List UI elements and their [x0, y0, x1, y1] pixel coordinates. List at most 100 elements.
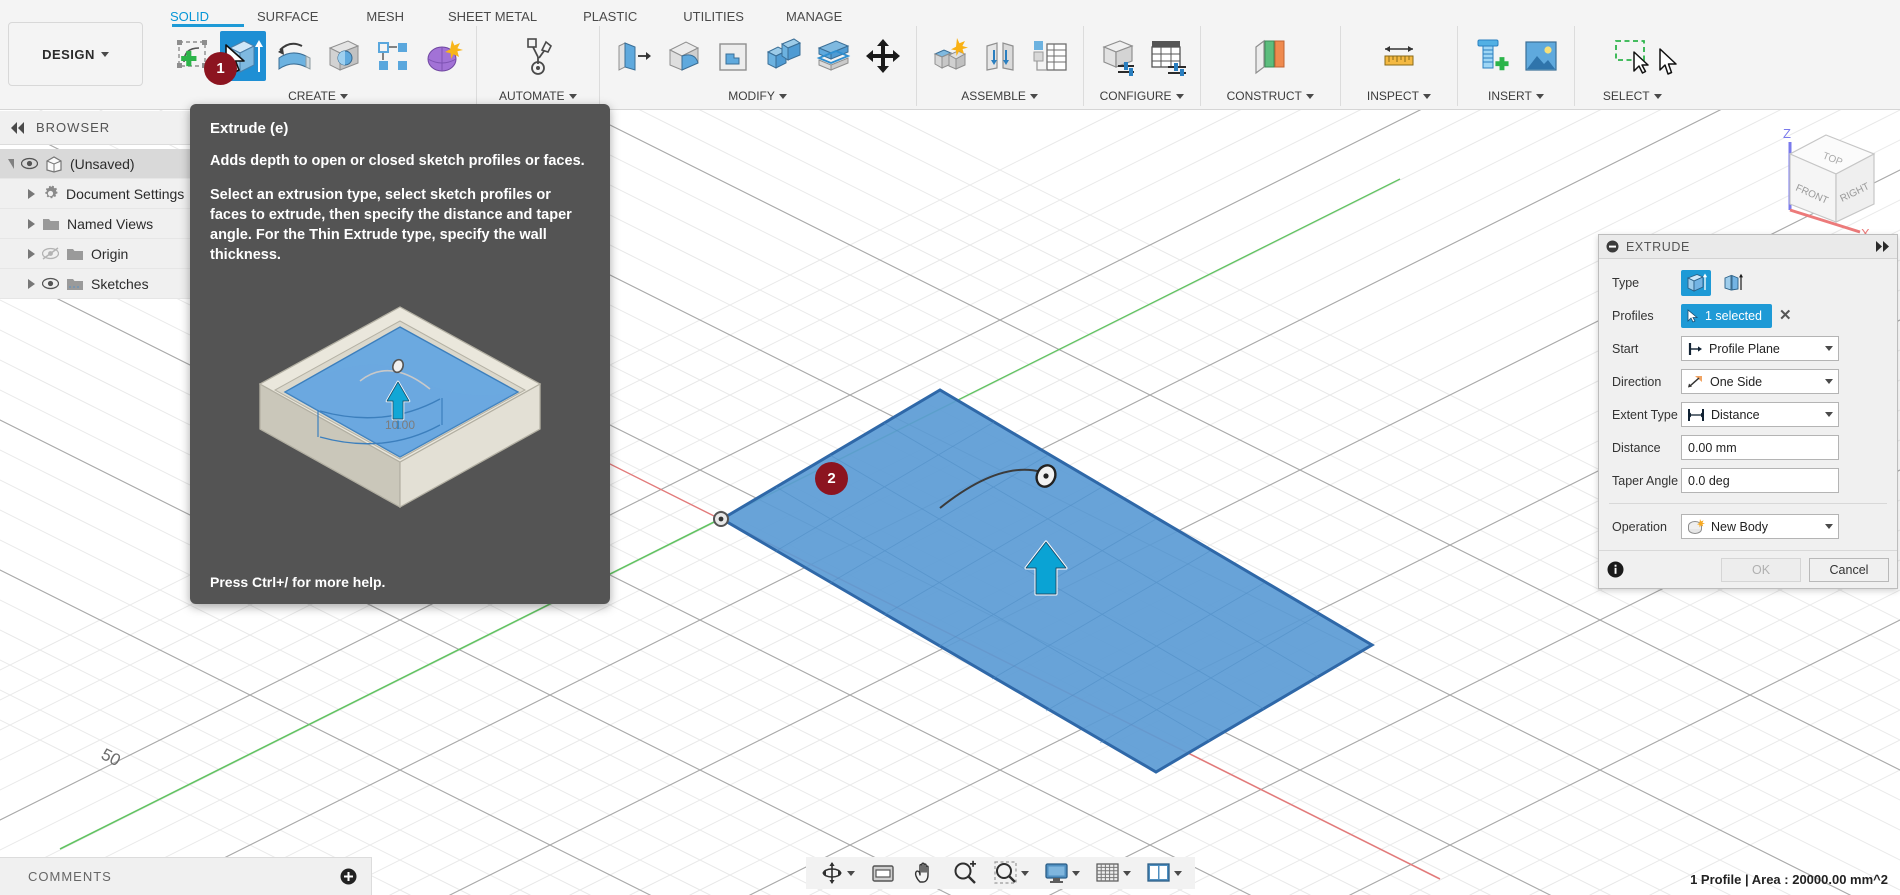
- illustration-dimension-label: 10.00: [385, 418, 415, 432]
- fit-icon[interactable]: [867, 861, 899, 885]
- pattern-icon[interactable]: [370, 31, 416, 81]
- display-settings-icon[interactable]: [1041, 861, 1083, 885]
- ribbon-tool-groups: CREATE AUTOMATE MODIFY ASSEMBLE CONFIGUR…: [160, 26, 1690, 108]
- insert-canvas-icon[interactable]: [1518, 31, 1564, 81]
- cancel-button[interactable]: Cancel: [1809, 557, 1889, 582]
- start-dropdown[interactable]: Profile Plane: [1681, 336, 1839, 361]
- direction-value: One Side: [1710, 374, 1763, 389]
- profiles-selection-button[interactable]: 1 selected: [1681, 303, 1772, 328]
- info-icon[interactable]: [1607, 561, 1624, 578]
- extrude-row-distance: Distance 0.00 mm: [1605, 432, 1891, 463]
- tree-item-label: Origin: [91, 245, 129, 262]
- joint-icon[interactable]: [977, 31, 1023, 81]
- form-icon[interactable]: [420, 31, 466, 81]
- shell-icon[interactable]: [710, 31, 756, 81]
- expand-right-icon[interactable]: [1876, 241, 1890, 252]
- press-pull-icon[interactable]: [610, 31, 656, 81]
- offset-plane-icon[interactable]: [1247, 31, 1293, 81]
- measure-icon[interactable]: [1376, 31, 1422, 81]
- direction-dropdown[interactable]: One Side: [1681, 369, 1839, 394]
- tooltip-paragraph-2: Select an extrusion type, select sketch …: [210, 187, 572, 263]
- taper-angle-input[interactable]: 0.0 deg: [1681, 468, 1839, 493]
- grid-snap-icon[interactable]: [1092, 861, 1134, 885]
- chevron-down-icon: [568, 93, 577, 99]
- revolve-icon[interactable]: [270, 31, 316, 81]
- expander-closed-icon[interactable]: [28, 248, 35, 259]
- marker-number: 1: [216, 60, 225, 77]
- extent-type-dropdown[interactable]: Distance: [1681, 402, 1839, 427]
- close-x-icon[interactable]: ✕: [1779, 308, 1792, 323]
- select-window-icon[interactable]: [1609, 31, 1655, 81]
- toolgroup-modify-label[interactable]: MODIFY: [728, 89, 787, 106]
- ribbon-tabs: SOLID SURFACE MESH SHEET METAL PLASTIC U…: [160, 4, 852, 28]
- select-label: SELECT: [1602, 89, 1650, 103]
- configure-icon[interactable]: [1094, 31, 1140, 81]
- tab-plastic[interactable]: PLASTIC: [573, 9, 647, 24]
- configure-table-icon[interactable]: [1144, 31, 1190, 81]
- automate-icon[interactable]: [515, 31, 561, 81]
- view-cube[interactable]: Z X TOP FRONT RIGHT: [1764, 118, 1892, 241]
- fillet-icon[interactable]: [660, 31, 706, 81]
- move-copy-icon[interactable]: [860, 31, 906, 81]
- operation-value: New Body: [1711, 519, 1768, 534]
- eye-off-icon[interactable]: [42, 247, 59, 260]
- add-circle-icon[interactable]: [340, 868, 357, 885]
- expander-closed-icon[interactable]: [28, 188, 35, 199]
- comments-bar[interactable]: COMMENTS: [0, 857, 372, 895]
- extrude-row-direction: Direction One Side: [1605, 366, 1891, 397]
- insert-mcmaster-icon[interactable]: [1468, 31, 1514, 81]
- expander-open-icon[interactable]: [8, 158, 14, 169]
- split-face-icon[interactable]: [810, 31, 856, 81]
- toolgroup-assemble-label[interactable]: ASSEMBLE: [961, 89, 1038, 106]
- tab-utilities[interactable]: UTILITIES: [673, 9, 754, 24]
- tab-manage[interactable]: MANAGE: [776, 9, 852, 24]
- pan-icon[interactable]: [908, 860, 940, 886]
- tab-mesh[interactable]: MESH: [356, 9, 414, 24]
- as-built-joint-icon[interactable]: [1027, 31, 1073, 81]
- profiles-value: 1 selected: [1705, 308, 1762, 323]
- solid-extrude-icon[interactable]: [1681, 269, 1711, 296]
- toolgroup-select-label[interactable]: SELECT: [1603, 89, 1662, 106]
- extrude-row-operation: Operation New Body: [1605, 511, 1891, 542]
- automate-label: AUTOMATE: [499, 89, 565, 103]
- extrude-row-taper-angle: Taper Angle 0.0 deg: [1605, 465, 1891, 496]
- minimize-circle-icon[interactable]: [1606, 240, 1619, 253]
- folder-icon: [67, 279, 83, 290]
- toolgroup-configure-label[interactable]: CONFIGURE: [1100, 89, 1184, 106]
- zoom-window-icon[interactable]: [990, 860, 1032, 886]
- tab-surface[interactable]: SURFACE: [247, 9, 328, 24]
- tab-solid[interactable]: SOLID: [160, 9, 219, 24]
- step-marker-2: 2: [815, 462, 848, 495]
- extent-type-value: Distance: [1711, 407, 1760, 422]
- tab-sheet-metal[interactable]: SHEET METAL: [438, 9, 547, 24]
- collapse-left-icon[interactable]: [10, 121, 26, 134]
- orbit-icon[interactable]: [816, 860, 858, 886]
- extrude-dialog-title: EXTRUDE: [1626, 239, 1690, 254]
- eye-icon[interactable]: [42, 277, 59, 290]
- operation-dropdown[interactable]: New Body: [1681, 514, 1839, 539]
- expander-closed-icon[interactable]: [28, 218, 35, 229]
- distance-input[interactable]: 0.00 mm: [1681, 435, 1839, 460]
- distance-label: Distance: [1612, 440, 1661, 455]
- toolgroup-construct-label[interactable]: CONSTRUCT: [1227, 89, 1314, 106]
- tree-item-label: (Unsaved): [70, 155, 135, 172]
- ok-button[interactable]: OK: [1721, 557, 1801, 582]
- view-navigation-bar: [806, 857, 1195, 889]
- expander-closed-icon[interactable]: [28, 278, 35, 289]
- viewports-icon[interactable]: [1143, 861, 1185, 885]
- eye-icon[interactable]: [21, 157, 38, 170]
- combine-icon[interactable]: [760, 31, 806, 81]
- type-label: Type: [1612, 275, 1640, 290]
- toolgroup-inspect-label[interactable]: INSPECT: [1367, 89, 1431, 106]
- thin-extrude-icon[interactable]: [1718, 270, 1748, 296]
- extrude-dialog-header: EXTRUDE: [1599, 235, 1897, 259]
- toolgroup-insert-label[interactable]: INSERT: [1488, 89, 1544, 106]
- grid-dimension-label: 50: [98, 745, 123, 771]
- workspace-switcher[interactable]: DESIGN: [8, 22, 143, 86]
- zoom-icon[interactable]: [949, 860, 981, 886]
- chevron-down-icon: [1072, 870, 1080, 876]
- sweep-icon[interactable]: [320, 31, 366, 81]
- chevron-down-icon: [1029, 93, 1038, 99]
- new-component-icon[interactable]: [927, 31, 973, 81]
- active-tab-underline: [172, 24, 244, 27]
